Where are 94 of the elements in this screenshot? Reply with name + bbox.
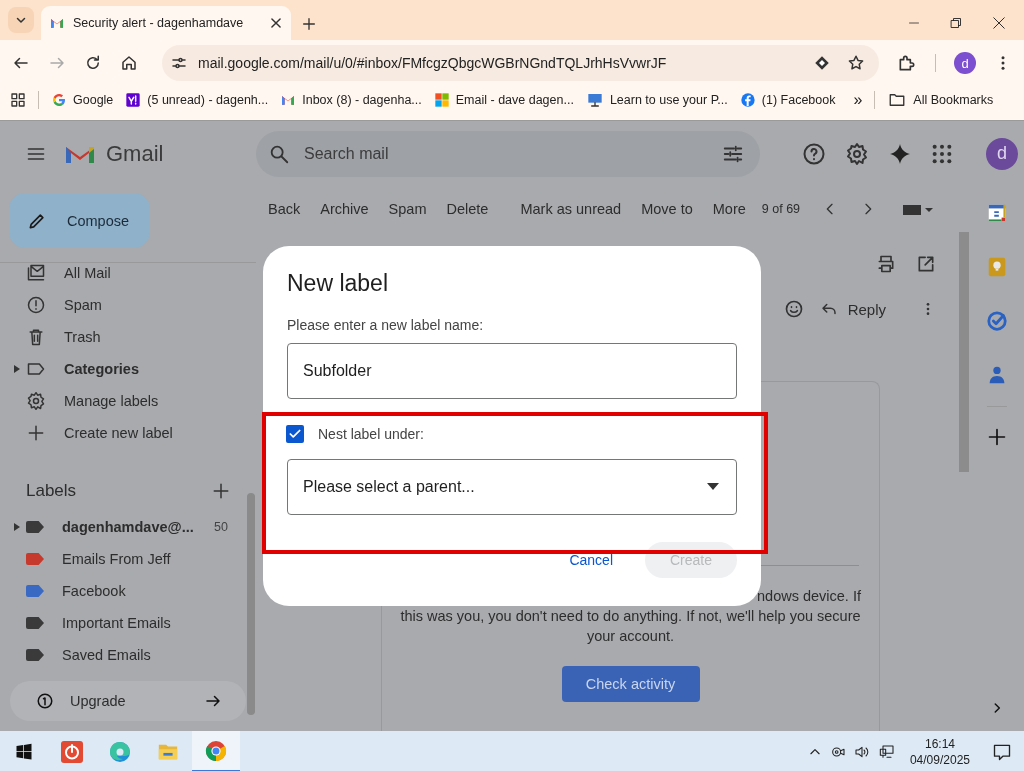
label-item[interactable]: Important Emails: [0, 607, 256, 639]
sidebar-item[interactable]: Create new label: [0, 417, 256, 449]
address-bar[interactable]: mail.google.com/mail/u/0/#inbox/FMfcgzQbgcWGBrNGndTQLJrhHsVvwrJF: [162, 45, 880, 81]
nest-checkbox[interactable]: [286, 425, 304, 443]
keyboard-icon[interactable]: [902, 202, 935, 216]
expand-caret-icon[interactable]: [14, 365, 20, 373]
plus-icon: [26, 423, 46, 443]
add-label-icon[interactable]: [212, 482, 230, 500]
calendar-icon[interactable]: [986, 202, 1008, 224]
exclamation-icon: [26, 295, 46, 315]
emoji-icon[interactable]: [783, 299, 804, 319]
app-logo-text: Gmail: [106, 140, 164, 167]
bookmark[interactable]: (5 unread) - dagenh...: [125, 92, 269, 108]
settings-icon[interactable]: [845, 141, 869, 166]
all-bookmarks[interactable]: All Bookmarks: [887, 91, 994, 109]
sidebar-item[interactable]: Manage labels: [0, 385, 256, 417]
scrollbar-thumb[interactable]: [959, 232, 969, 472]
y-logo-icon: [125, 92, 142, 108]
clock-date: 04/09/2025: [909, 751, 970, 768]
toolbar-action[interactable]: More: [712, 201, 746, 217]
windows-logo-icon[interactable]: [15, 742, 33, 761]
label-name-field[interactable]: Subfolder: [287, 343, 737, 399]
bookmark[interactable]: Google: [51, 92, 114, 108]
check-activity-button[interactable]: Check activity: [561, 666, 700, 702]
cancel-button[interactable]: Cancel: [545, 542, 637, 578]
sidebar-item[interactable]: All Mail: [0, 257, 256, 289]
plus-icon[interactable]: [987, 427, 1007, 447]
four-squares-icon: [433, 92, 450, 108]
parent-dropdown[interactable]: Please select a parent...: [287, 459, 737, 515]
url-text: mail.google.com/mail/u/0/#inbox/FMfcgzQbgcWGBrNGndTQLJrhHsVvwrJF: [198, 55, 668, 71]
toolbar-action[interactable]: Back: [268, 201, 301, 217]
open-new-window-icon[interactable]: [916, 254, 936, 274]
dialog-title: New label: [287, 270, 389, 297]
restore-icon[interactable]: [950, 17, 962, 29]
browser-tab[interactable]: Security alert - dagenhamdave: [41, 6, 291, 40]
tab-search-button[interactable]: [8, 7, 34, 33]
sidebar-item[interactable]: Trash: [0, 321, 256, 353]
dropdown-caret-icon: [707, 483, 719, 491]
tab-title: Security alert - dagenhamdave: [73, 16, 245, 30]
field-prompt: Please enter a new label name:: [287, 317, 485, 333]
toolbar-action[interactable]: Mark as unread: [520, 201, 622, 217]
search-field[interactable]: Search mail: [256, 130, 760, 177]
compose-button[interactable]: Compose: [9, 193, 150, 248]
label-item[interactable]: Saved Emails: [0, 639, 256, 671]
home-icon[interactable]: [120, 54, 138, 72]
plus-icon[interactable]: [301, 16, 317, 32]
apps-icon[interactable]: [931, 142, 953, 165]
monitor-icon: [585, 92, 604, 108]
edge-browser-icon[interactable]: [108, 739, 132, 764]
reply-button[interactable]: Reply: [819, 300, 886, 318]
settings-icon: [26, 391, 46, 411]
star-icon[interactable]: [847, 54, 866, 72]
expand-caret-icon[interactable]: [14, 523, 20, 531]
account-avatar[interactable]: d: [986, 137, 1018, 170]
clock-time: 16:14: [924, 735, 955, 752]
check-icon: [288, 427, 302, 441]
toolbar-action[interactable]: Delete: [446, 201, 489, 217]
tasks-check-icon[interactable]: [986, 310, 1008, 332]
scrollbar-thumb[interactable]: [247, 493, 255, 715]
message-text: your account.: [585, 628, 676, 644]
label-item[interactable]: dagenhamdave@... 50: [0, 511, 256, 543]
labels-heading: Labels: [26, 481, 77, 501]
toolbar-action[interactable]: Move to: [641, 201, 693, 217]
toolbar-action[interactable]: Archive: [320, 201, 369, 217]
bookmark[interactable]: (1) Facebook: [739, 92, 836, 108]
info-circle-icon: [36, 692, 54, 710]
more-bookmarks[interactable]: »: [853, 91, 863, 109]
help-icon[interactable]: [802, 141, 826, 166]
close-icon[interactable]: [992, 16, 1006, 30]
f-logo-icon: [739, 92, 756, 108]
print-icon[interactable]: [876, 254, 896, 274]
pager-text: 9 of 69: [761, 202, 801, 216]
mail-stack-icon: [26, 263, 46, 283]
profile-avatar[interactable]: d: [954, 52, 976, 74]
bookmark[interactable]: Inbox (8) - dagenha...: [280, 92, 422, 108]
message-text: ndows device. If: [757, 588, 861, 604]
g-logo-icon: [51, 92, 67, 108]
network-icon[interactable]: [877, 743, 896, 760]
nest-label: Nest label under:: [318, 426, 424, 442]
sidebar-item[interactable]: Categories: [0, 353, 256, 385]
label-item[interactable]: Facebook: [0, 575, 256, 607]
close-icon[interactable]: [269, 16, 283, 30]
upgrade-item[interactable]: Upgrade: [10, 681, 246, 721]
bookmark[interactable]: Learn to use your P...: [585, 92, 728, 108]
label-item[interactable]: Emails From Jeff: [0, 543, 256, 575]
bookmark[interactable]: Email - dave dagen...: [433, 92, 574, 108]
power-app-icon[interactable]: [60, 739, 84, 764]
chrome-icon[interactable]: [204, 738, 228, 763]
apps-grid-icon[interactable]: [10, 92, 26, 108]
message-text: this was you, you don't need to do anything. If not, we'll help you secure: [399, 608, 862, 624]
search-input[interactable]: Search mail: [302, 143, 710, 164]
toolbar-action[interactable]: Spam: [388, 201, 427, 217]
sidebar-item[interactable]: Spam: [0, 289, 256, 321]
reload-icon[interactable]: [84, 54, 102, 72]
